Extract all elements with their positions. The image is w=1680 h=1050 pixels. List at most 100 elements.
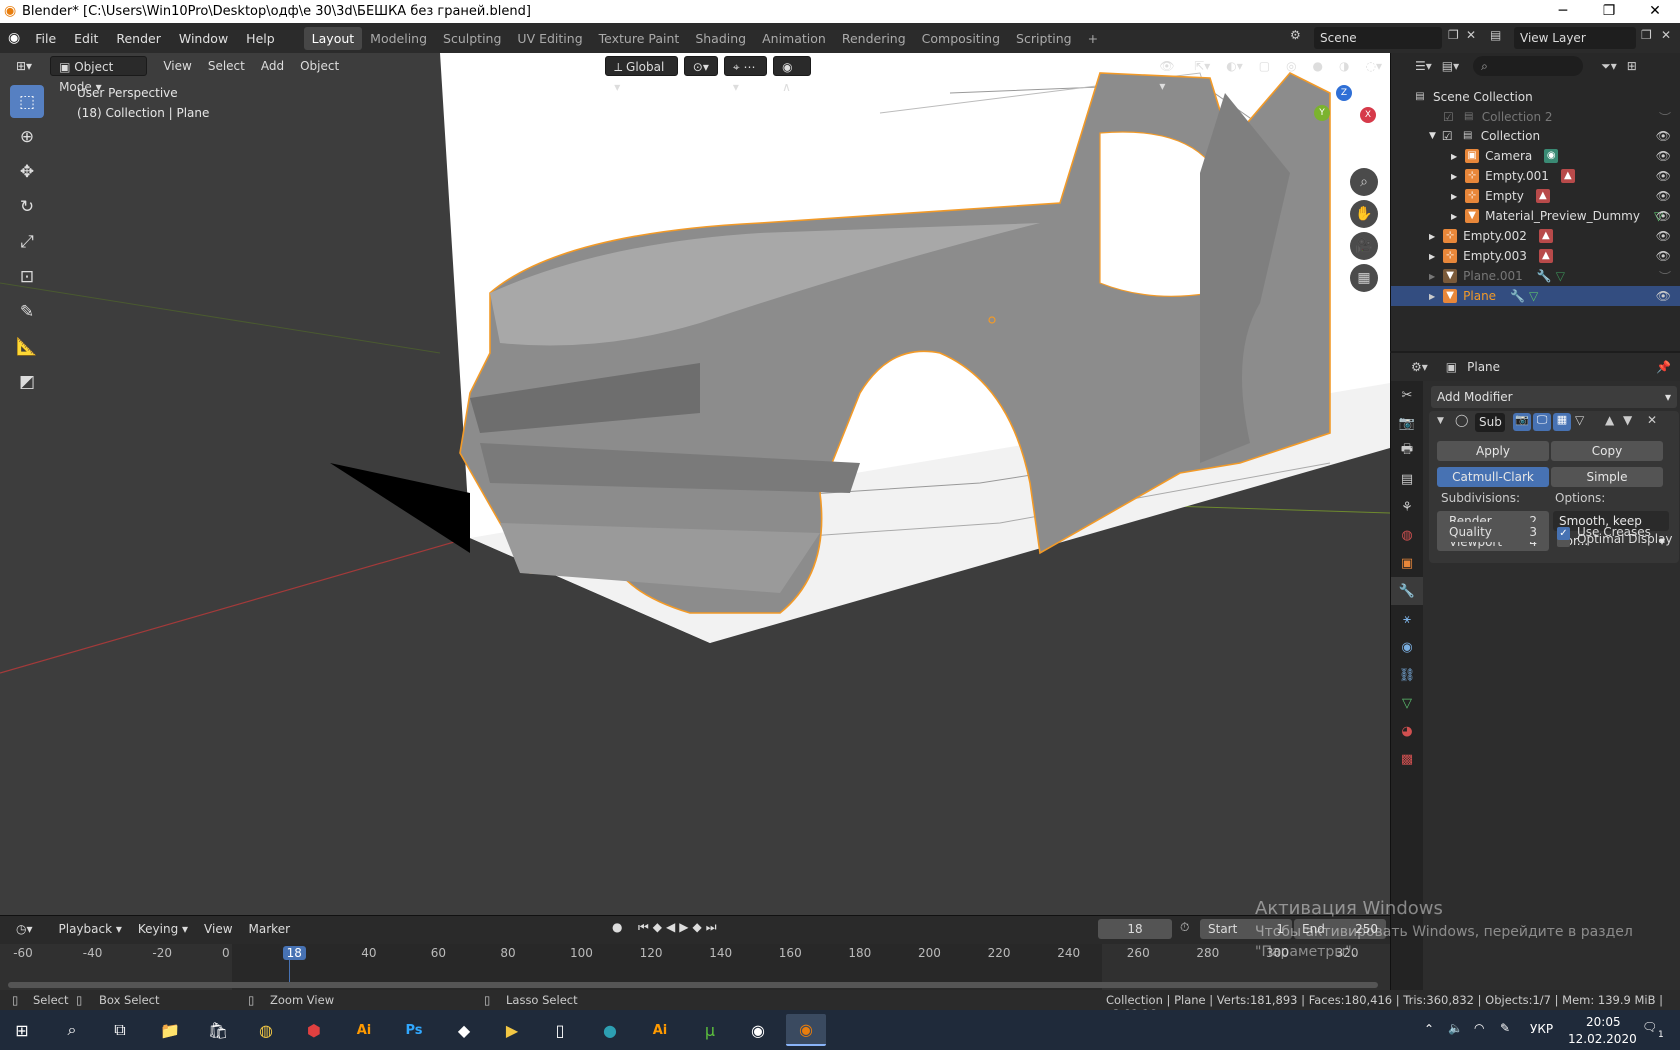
shading-solid-icon[interactable]: ● xyxy=(1305,56,1331,76)
move-up-icon[interactable]: ▲ xyxy=(1605,413,1614,427)
move-tool-icon[interactable]: ✥ xyxy=(10,155,44,188)
outliner-item-plane[interactable]: ▶ ▼ Plane 🔧 ▽ 👁 xyxy=(1391,286,1680,306)
network-icon[interactable]: ◠ xyxy=(1474,1021,1484,1035)
camera-view-icon[interactable]: 🎥 xyxy=(1350,232,1378,260)
stopwatch-icon[interactable]: ⏱ xyxy=(1180,920,1189,935)
editor-type-icon[interactable]: ⊞▾ xyxy=(8,56,40,76)
timeline-editor-icon[interactable]: ◷▾ xyxy=(8,919,41,939)
display-mode-icon[interactable]: ▤▾ xyxy=(1442,59,1459,73)
blender-menu-icon[interactable]: ◉ xyxy=(8,30,20,46)
tab-compositing[interactable]: Compositing xyxy=(914,27,1008,50)
annotate-tool-icon[interactable]: ✎ xyxy=(10,295,44,328)
menu-timeline-view[interactable]: View xyxy=(196,919,240,939)
pan-hand-icon[interactable]: ✋ xyxy=(1350,200,1378,228)
clock-time[interactable]: 20:05 xyxy=(1586,1015,1621,1029)
xray-icon[interactable]: ▢ xyxy=(1251,56,1278,76)
utorrent-icon[interactable]: µ xyxy=(690,1014,730,1046)
task-view-icon[interactable]: ⧉ xyxy=(100,1014,140,1046)
expand-icon[interactable]: ▶ xyxy=(1451,172,1457,181)
navigation-gizmo[interactable]: Z X Y xyxy=(1300,83,1380,163)
select-box-tool-icon[interactable]: ⬚ xyxy=(10,85,44,118)
tab-animation[interactable]: Animation xyxy=(754,27,834,50)
object-tab-icon[interactable]: ▣ xyxy=(1391,549,1423,577)
transform-tool-icon[interactable]: ⊡ xyxy=(10,260,44,293)
expand-icon[interactable]: ▶ xyxy=(1429,292,1435,301)
outliner-search-input[interactable]: ⌕ xyxy=(1473,56,1584,76)
maximize-button[interactable]: ❐ xyxy=(1586,0,1632,23)
tab-sculpting[interactable]: Sculpting xyxy=(435,27,509,50)
copy-button[interactable]: Copy xyxy=(1551,441,1663,461)
texture-tab-icon[interactable]: ▩ xyxy=(1391,745,1423,773)
checkbox-icon[interactable]: ☑ xyxy=(1443,110,1454,124)
expand-icon[interactable]: ▶ xyxy=(1451,212,1457,221)
shading-material-icon[interactable]: ◑ xyxy=(1331,56,1357,76)
timeline-area[interactable]: -60 -40 -20 0 18 40 60 80 100 120 140 160 180 200 220 2… xyxy=(0,944,1390,991)
app-teal-icon[interactable]: ● xyxy=(590,1014,630,1046)
menu-window[interactable]: Window xyxy=(170,31,237,46)
menu-select[interactable]: Select xyxy=(200,56,253,76)
new-view-layer-icon[interactable]: ❐ xyxy=(1641,28,1652,42)
scale-tool-icon[interactable]: ⤢ xyxy=(10,225,44,258)
photoshop-icon[interactable]: Ps xyxy=(394,1014,434,1046)
record-icon[interactable]: ● xyxy=(612,920,622,934)
outliner-editor-icon[interactable]: ☰▾ xyxy=(1415,59,1432,73)
catmull-clark-button[interactable]: Catmull-Clark xyxy=(1437,467,1549,487)
outliner-item-collection-2[interactable]: ☑ ▤ Collection 2 ︶ xyxy=(1391,107,1680,127)
show-cage-icon[interactable]: ▽ xyxy=(1575,413,1584,427)
chrome-icon[interactable]: ◍ xyxy=(246,1014,286,1046)
scene-tab-icon[interactable]: ⚘ xyxy=(1391,493,1423,521)
current-frame-marker[interactable]: 18 xyxy=(282,946,306,960)
output-tab-icon[interactable]: 🖶 xyxy=(1391,437,1423,465)
delete-scene-icon[interactable]: ✕ xyxy=(1466,28,1476,42)
notifications-icon[interactable]: 🗨 xyxy=(1642,1020,1657,1034)
menu-playback[interactable]: Playback ▾ xyxy=(51,919,130,939)
eye-icon[interactable]: 👁 xyxy=(1656,189,1671,203)
file-explorer-icon[interactable]: 📁 xyxy=(150,1014,190,1046)
app-shape-icon[interactable]: ◆ xyxy=(444,1014,484,1046)
show-render-icon[interactable]: 📷 xyxy=(1513,413,1531,431)
tab-uv-editing[interactable]: UV Editing xyxy=(509,27,590,50)
remove-modifier-icon[interactable]: ✕ xyxy=(1647,413,1657,427)
volume-icon[interactable]: 🔈 xyxy=(1448,1021,1463,1035)
outliner-item-camera[interactable]: ▶ ▣ Camera ◉ 👁 xyxy=(1391,146,1680,166)
simple-button[interactable]: Simple xyxy=(1551,467,1663,487)
tab-texture-paint[interactable]: Texture Paint xyxy=(591,27,688,50)
particles-tab-icon[interactable]: ⚹ xyxy=(1391,605,1423,633)
menu-marker[interactable]: Marker xyxy=(241,919,298,939)
media-icon[interactable]: ▶ xyxy=(492,1014,532,1046)
pen-icon[interactable]: ✎ xyxy=(1500,1021,1510,1035)
new-scene-icon[interactable]: ❐ xyxy=(1448,28,1459,42)
menu-render[interactable]: Render xyxy=(107,31,170,46)
document-icon[interactable]: ▯ xyxy=(540,1014,580,1046)
eye-icon[interactable]: 👁 xyxy=(1656,149,1671,163)
physics-tab-icon[interactable]: ◉ xyxy=(1391,633,1423,661)
clock-date[interactable]: 12.02.2020 xyxy=(1568,1032,1637,1046)
data-tab-icon[interactable]: ▽ xyxy=(1391,689,1423,717)
checkbox-icon[interactable]: ☑ xyxy=(1442,129,1453,143)
outliner-item-empty-002[interactable]: ▶ ⊹ Empty.002 ▲ 👁 xyxy=(1391,226,1680,246)
pin-icon[interactable]: 📌 xyxy=(1656,360,1671,374)
menu-edit[interactable]: Edit xyxy=(65,31,107,46)
menu-keying[interactable]: Keying ▾ xyxy=(130,919,196,939)
outliner-item-collection[interactable]: ▼ ☑ ▤ Collection 👁 xyxy=(1391,126,1680,146)
language-indicator[interactable]: УКР xyxy=(1530,1022,1553,1036)
visibility-hidden-icon[interactable]: ︶ xyxy=(1659,109,1671,126)
current-frame-field[interactable]: 18 xyxy=(1098,919,1172,939)
collapse-icon[interactable]: ▼ xyxy=(1437,416,1444,426)
expand-icon[interactable]: ▶ xyxy=(1451,192,1457,201)
delete-view-layer-icon[interactable]: ✕ xyxy=(1661,28,1671,42)
proportional-edit-icon[interactable]: ◉ ∧ xyxy=(773,56,812,94)
quality-field[interactable]: Quality 3 xyxy=(1437,522,1549,542)
start-windows-icon[interactable]: ⊞ xyxy=(2,1014,42,1046)
expand-icon[interactable]: ▶ xyxy=(1429,232,1435,241)
eye-icon[interactable]: 👁 xyxy=(1656,229,1671,243)
cursor-tool-icon[interactable]: ⊕ xyxy=(10,120,44,153)
add-cube-tool-icon[interactable]: ◩ xyxy=(10,365,44,398)
modifier-tab-icon[interactable]: 🔧 xyxy=(1391,577,1423,605)
add-modifier-dropdown[interactable]: Add Modifier ▾ xyxy=(1431,386,1677,408)
tab-scripting[interactable]: Scripting xyxy=(1008,27,1080,50)
outliner-item-empty-003[interactable]: ▶ ⊹ Empty.003 ▲ 👁 xyxy=(1391,246,1680,266)
illustrator-icon[interactable]: Ai xyxy=(344,1014,384,1046)
menu-add[interactable]: Add xyxy=(253,56,292,76)
illustrator2-icon[interactable]: Ai xyxy=(640,1014,680,1046)
